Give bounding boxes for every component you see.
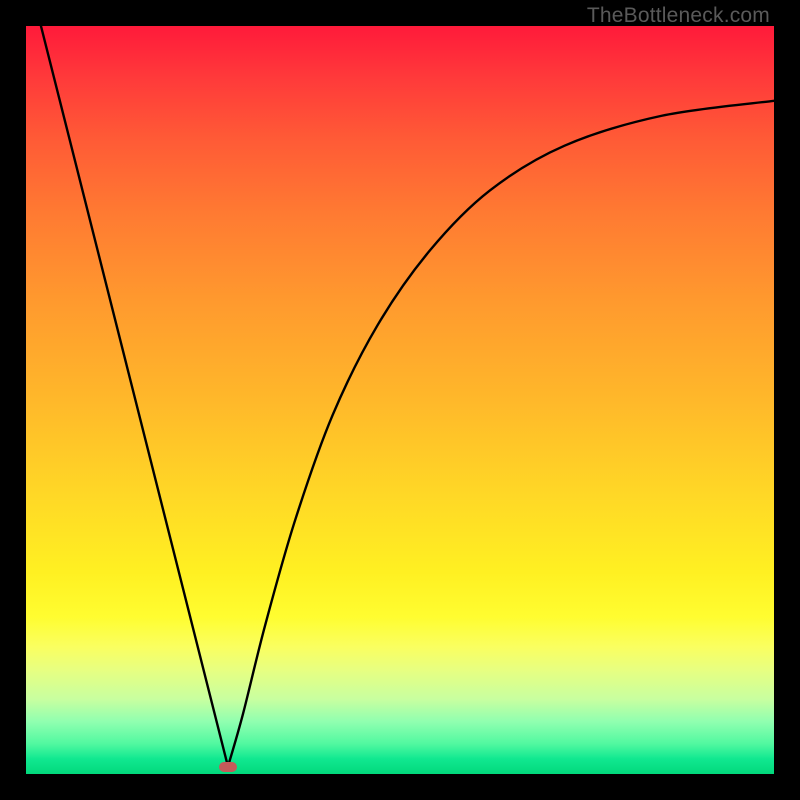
watermark-text: TheBottleneck.com: [587, 4, 770, 28]
chart-curve-svg: [26, 26, 774, 774]
chart-marker: [219, 762, 237, 772]
chart-frame: [26, 26, 774, 774]
chart-curve-path: [41, 26, 774, 767]
